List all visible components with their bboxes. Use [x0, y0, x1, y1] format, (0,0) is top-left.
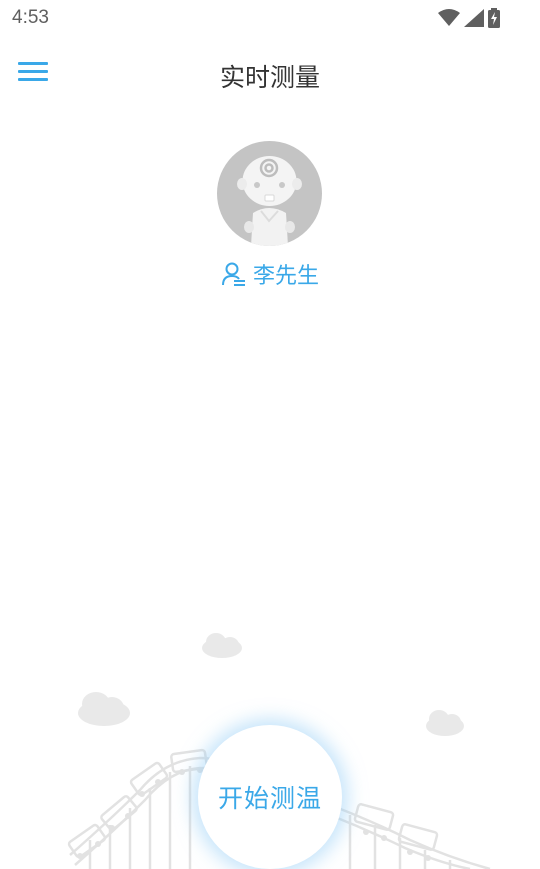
cloud-icon	[426, 710, 464, 736]
battery-charging-icon	[488, 8, 500, 28]
baby-avatar-graphic	[237, 156, 302, 246]
page-title: 实时测量	[219, 63, 320, 92]
app-bar: 实时测量	[0, 44, 540, 104]
status-time: 4:53	[12, 7, 49, 28]
user-switch[interactable]: 李先生	[0, 258, 540, 290]
user-icon	[221, 262, 245, 286]
user-name: 李先生	[252, 264, 319, 289]
start-measure-label: 开始测温	[217, 784, 322, 813]
cell-signal-icon	[464, 9, 484, 27]
cloud-icon	[78, 692, 130, 726]
start-measure-button[interactable]: 开始测温	[198, 725, 342, 869]
cloud-icon	[202, 633, 242, 658]
wifi-icon	[438, 9, 460, 26]
status-bar: 4:53	[0, 0, 540, 36]
baby-avatar[interactable]	[217, 141, 322, 246]
status-icons	[438, 8, 500, 28]
